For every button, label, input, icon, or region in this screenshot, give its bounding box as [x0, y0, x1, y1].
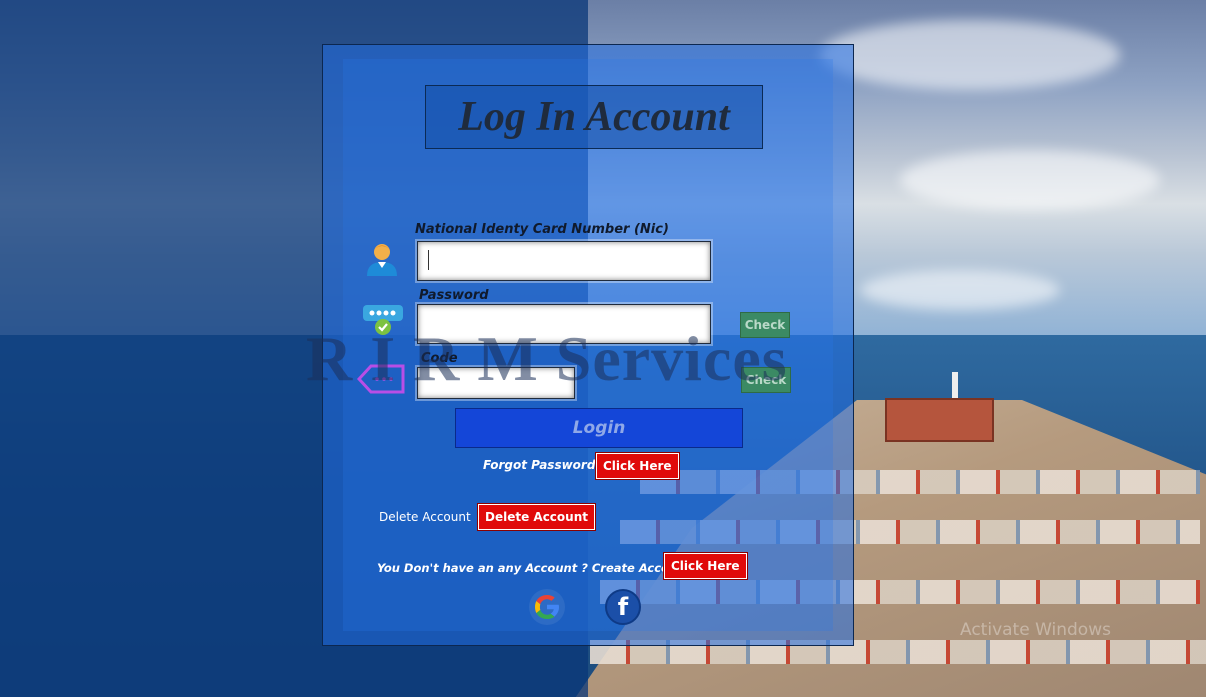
text-caret	[428, 250, 429, 270]
brand-watermark: R I R M Services	[306, 323, 788, 394]
google-icon	[535, 595, 559, 619]
nic-label: National Identy Card Number (Nic)	[415, 222, 669, 237]
google-login-button[interactable]	[529, 589, 565, 625]
facebook-icon: f	[617, 593, 629, 621]
page-title: Log In Account	[458, 94, 730, 140]
user-icon	[363, 240, 401, 278]
forgot-password-text: Forgot Password ?	[483, 458, 607, 472]
facebook-login-button[interactable]: f	[605, 589, 641, 625]
cloud	[900, 150, 1160, 210]
ship-bridge	[885, 398, 994, 442]
os-activation-watermark: Activate Windows	[960, 620, 1111, 640]
title-box: Log In Account	[425, 85, 763, 149]
create-account-button[interactable]: Click Here	[663, 552, 748, 580]
delete-account-text: Delete Account	[379, 510, 471, 524]
login-button[interactable]: Login	[455, 408, 743, 448]
nic-input[interactable]	[417, 241, 711, 281]
cloud	[820, 20, 1120, 90]
delete-account-button[interactable]: Delete Account	[477, 503, 596, 531]
cloud	[860, 270, 1060, 310]
password-label: Password	[419, 288, 489, 303]
ship-mast	[952, 372, 958, 400]
create-account-text: You Don't have an any Account ? Create A…	[377, 561, 691, 575]
forgot-password-button[interactable]: Click Here	[595, 452, 680, 480]
